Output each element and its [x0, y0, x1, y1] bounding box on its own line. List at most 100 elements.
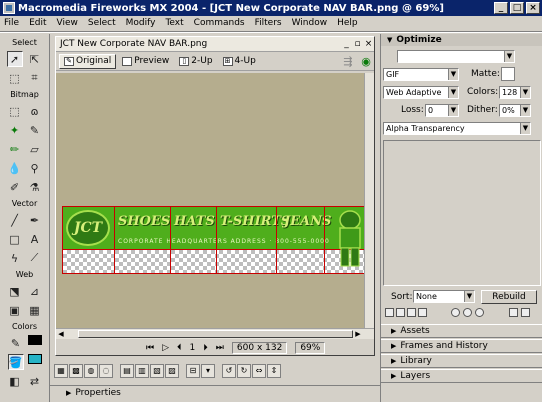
doc-restore-button[interactable]: ▫	[352, 39, 363, 49]
join-icon[interactable]: ◍	[84, 364, 98, 378]
menu-help[interactable]: Help	[337, 18, 358, 28]
properties-panel-header[interactable]: ▶ Properties	[50, 385, 380, 399]
menu-select[interactable]: Select	[88, 18, 116, 28]
rebuild-button[interactable]: Rebuild	[481, 290, 537, 304]
bring-forward-icon[interactable]: ▥	[135, 364, 149, 378]
marquee-tool-icon[interactable]: ⬚	[7, 103, 23, 119]
bring-front-icon[interactable]: ▤	[120, 364, 134, 378]
next-frame-icon[interactable]: ⏵	[203, 343, 208, 353]
hide-slices-icon[interactable]: ▣	[7, 302, 23, 318]
stroke-swatch[interactable]	[27, 335, 42, 345]
menu-file[interactable]: File	[4, 18, 19, 28]
send-backward-icon[interactable]: ▧	[150, 364, 164, 378]
image-dimensions[interactable]: 600 x 132	[231, 341, 288, 354]
loss-input[interactable]: 0 ▼	[425, 104, 459, 117]
rubber-stamp-icon[interactable]: ⚲	[27, 160, 43, 176]
menu-text[interactable]: Text	[165, 18, 183, 28]
tab-preview[interactable]: Preview	[118, 54, 173, 69]
blur-tool-icon[interactable]: 💧	[7, 160, 23, 176]
scroll-right-icon[interactable]: ▶	[353, 330, 363, 339]
pen-tool-icon[interactable]: ✒	[27, 212, 43, 228]
select-transparency-icon[interactable]	[451, 308, 460, 317]
flip-v-icon[interactable]: ⇕	[267, 364, 281, 378]
freeform-tool-icon[interactable]: ϟ	[7, 250, 23, 266]
zoom-level[interactable]: 69%	[295, 341, 326, 354]
app-icon[interactable]	[3, 2, 15, 14]
doc-minimize-button[interactable]: _	[341, 39, 352, 49]
rectangle-tool-icon[interactable]: □	[7, 231, 23, 247]
panel-frames-history[interactable]: ▶ Frames and History	[381, 339, 542, 353]
vertical-scrollbar[interactable]	[364, 73, 374, 328]
nav-bar-image[interactable]: JCT SHOES HATS T-SHIRTS JEANS CORPORATE …	[62, 206, 364, 274]
panel-library[interactable]: ▶ Library	[381, 354, 542, 368]
last-frame-icon[interactable]: ⏭	[216, 343, 224, 353]
first-frame-icon[interactable]: ⏮	[146, 343, 154, 353]
hotspot-tool-icon[interactable]: ⬔	[7, 283, 23, 299]
eyedropper-icon[interactable]: ⚗	[27, 179, 43, 195]
tab-2up[interactable]: ▯ 2-Up	[175, 54, 216, 69]
line-tool-icon[interactable]: ╱	[7, 212, 23, 228]
transparent-color-icon[interactable]	[418, 308, 427, 317]
maximize-button[interactable]: □	[510, 2, 524, 14]
menu-window[interactable]: Window	[292, 18, 328, 28]
dreamweaver-export-icon[interactable]: ◉	[358, 53, 374, 69]
eraser-tool-icon[interactable]: ▱	[27, 141, 43, 157]
pencil-tool-icon[interactable]: ✏	[7, 141, 23, 157]
subselect-tool-icon[interactable]: ⇱	[27, 51, 43, 67]
quick-export-icon[interactable]: ⇶	[340, 53, 356, 69]
prev-frame-icon[interactable]: ⏴	[177, 343, 182, 353]
matte-swatch[interactable]	[501, 67, 515, 81]
show-slices-icon[interactable]: ▦	[27, 302, 43, 318]
brush-tool-icon[interactable]: ✎	[27, 122, 43, 138]
group-icon[interactable]: ▦	[54, 364, 68, 378]
minimize-button[interactable]: _	[494, 2, 508, 14]
transparency-select[interactable]: Alpha Transparency ▼	[383, 122, 531, 135]
doc-close-button[interactable]: ×	[363, 39, 374, 49]
add-color-icon[interactable]	[509, 308, 518, 317]
menu-commands[interactable]: Commands	[194, 18, 245, 28]
add-transparency-icon[interactable]	[463, 308, 472, 317]
horizontal-scrollbar[interactable]: ◀ ▶	[56, 328, 374, 339]
stroke-color-icon[interactable]: ✎	[8, 335, 24, 351]
scroll-left-icon[interactable]: ◀	[56, 330, 66, 339]
split-icon[interactable]: ◌	[99, 364, 113, 378]
panel-layers[interactable]: ▶ Layers	[381, 369, 542, 383]
optimize-panel-header[interactable]: ▼ Optimize	[381, 34, 542, 46]
rotate-ccw-icon[interactable]: ↺	[222, 364, 236, 378]
replace-color-icon[interactable]: ✐	[7, 179, 23, 195]
lock-color-icon[interactable]	[396, 308, 405, 317]
send-back-icon[interactable]: ▨	[165, 364, 179, 378]
flip-h-icon[interactable]: ⇔	[252, 364, 266, 378]
pointer-tool-icon[interactable]: ➚	[6, 51, 23, 67]
dither-input[interactable]: 0% ▼	[499, 104, 531, 117]
tab-original[interactable]: ✎ Original	[59, 53, 117, 69]
align-dropdown-icon[interactable]: ▾	[201, 364, 215, 378]
rotate-cw-icon[interactable]: ↻	[237, 364, 251, 378]
canvas-area[interactable]: JCT SHOES HATS T-SHIRTS JEANS CORPORATE …	[56, 73, 364, 328]
menu-filters[interactable]: Filters	[255, 18, 282, 28]
menu-modify[interactable]: Modify	[126, 18, 156, 28]
remove-transparency-icon[interactable]	[475, 308, 484, 317]
color-table[interactable]	[383, 140, 541, 286]
panel-assets[interactable]: ▶ Assets	[381, 324, 542, 338]
default-colors-icon[interactable]: ◧	[7, 373, 23, 389]
close-button[interactable]: ×	[526, 2, 540, 14]
format-select[interactable]: GIF ▼	[383, 68, 459, 81]
menu-view[interactable]: View	[57, 18, 78, 28]
fill-swatch[interactable]	[27, 354, 42, 364]
delete-color-icon[interactable]	[521, 308, 530, 317]
knife-tool-icon[interactable]: ⟋	[27, 250, 43, 266]
swap-colors-icon[interactable]: ⇄	[27, 373, 43, 389]
slice-tool-icon[interactable]: ⊿	[27, 283, 43, 299]
crop-tool-icon[interactable]: ⌗	[27, 70, 43, 86]
palette-select[interactable]: Web Adaptive ▼	[383, 86, 459, 99]
align-icon[interactable]: ⊟	[186, 364, 200, 378]
colors-select[interactable]: 128 ▼	[499, 86, 531, 99]
saved-settings-select[interactable]: ▼	[397, 50, 515, 63]
tab-4up[interactable]: ⊞ 4-Up	[219, 54, 260, 69]
menu-edit[interactable]: Edit	[29, 18, 46, 28]
ungroup-icon[interactable]: ▩	[69, 364, 83, 378]
lasso-tool-icon[interactable]: ɷ	[27, 103, 43, 119]
sort-select[interactable]: None ▼	[413, 290, 475, 303]
snap-web-color-icon[interactable]	[407, 308, 416, 317]
